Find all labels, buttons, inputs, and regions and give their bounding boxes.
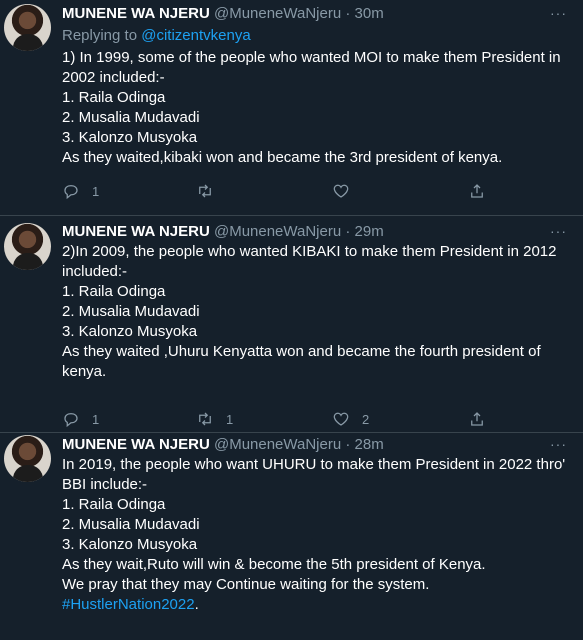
tweet-3[interactable]: MUNENE WA NJERU @MuneneWaNjeru · 28m ···… [0,433,583,640]
hashtag-suffix: . [194,596,199,613]
like-count: 2 [362,411,370,427]
share-icon [471,412,483,426]
tweet-header: MUNENE WA NJERU @MuneneWaNjeru · 29m ··· [62,223,567,243]
tweet-line: included:- [62,263,128,280]
heart-icon [333,184,349,198]
tweet-line: 1. Raila Odinga [62,283,166,300]
more-options-icon[interactable]: ··· [550,5,567,21]
tweet-line: 2. Musalia Mudavadi [62,516,200,533]
tweet-2[interactable]: MUNENE WA NJERU @MuneneWaNjeru · 29m ···… [0,216,583,433]
hashtag-link[interactable]: #HustlerNation2022 [62,596,195,613]
tweet-header: MUNENE WA NJERU @MuneneWaNjeru · 28m ··· [62,436,567,456]
tweet-line: 3. Kalonzo Musyoka [62,129,198,146]
like-button[interactable]: 2 [332,410,369,428]
reply-count: 1 [92,183,100,199]
reply-button[interactable]: 1 [62,182,99,200]
tweet-line: 2. Musalia Mudavadi [62,303,200,320]
avatar[interactable] [4,4,51,51]
tweet-line: 1. Raila Odinga [62,496,166,513]
tweet-line: 2002 included:- [62,69,165,86]
author-name[interactable]: MUNENE WA NJERU [62,5,210,22]
tweet-line: In 2019, the people who want UHURU to ma… [62,456,566,473]
tweet-1[interactable]: MUNENE WA NJERU @MuneneWaNjeru · 30m ···… [0,0,583,216]
author-name[interactable]: MUNENE WA NJERU [62,223,210,240]
like-button[interactable] [332,182,362,200]
timestamp[interactable]: 30m [355,5,384,22]
tweet-text: In 2019, the people who want UHURU to ma… [62,455,573,615]
reply-icon [64,185,78,200]
replying-to: Replying to @citizentvkenya [62,27,251,44]
tweet-line: 2. Musalia Mudavadi [62,109,200,126]
tweet-actions: 1 [62,182,492,202]
share-icon [471,184,483,198]
more-options-icon[interactable]: ··· [550,223,567,239]
heart-icon [333,412,349,426]
timestamp[interactable]: 28m [355,436,384,453]
retweet-count: 1 [226,411,234,427]
retweet-icon [199,412,211,426]
reply-button[interactable]: 1 [62,410,99,428]
tweet-line: We pray that they may Continue waiting f… [62,576,430,593]
separator: · [345,223,351,240]
share-button[interactable] [468,182,486,200]
tweet-line: 1) In 1999, some of the people who wante… [62,49,561,66]
share-button[interactable] [468,410,486,428]
tweet-line: 3. Kalonzo Musyoka [62,536,198,553]
author-handle[interactable]: @MuneneWaNjeru [214,436,341,453]
author-handle[interactable]: @MuneneWaNjeru [214,223,341,240]
reply-count: 1 [92,411,100,427]
timestamp[interactable]: 29m [355,223,384,240]
tweet-text: 2)In 2009, the people who wanted KIBAKI … [62,242,573,382]
tweet-line: BBI include:- [62,476,148,493]
replying-to-link[interactable]: @citizentvkenya [141,27,250,44]
tweet-line: 3. Kalonzo Musyoka [62,323,198,340]
avatar[interactable] [4,435,51,482]
author-name[interactable]: MUNENE WA NJERU [62,436,210,453]
tweet-text: 1) In 1999, some of the people who wante… [62,48,573,168]
avatar[interactable] [4,223,51,270]
tweet-line: As they waited ,Uhuru Kenyatta won and b… [62,343,541,360]
tweet-line: 1. Raila Odinga [62,89,166,106]
tweet-actions: 1 1 2 [62,410,492,430]
tweet-line: #HustlerNation2022. [62,595,573,615]
retweet-button[interactable]: 1 [196,410,233,428]
more-options-icon[interactable]: ··· [550,436,567,452]
tweet-header: MUNENE WA NJERU @MuneneWaNjeru · 30m ··· [62,5,567,25]
retweet-icon [199,184,211,198]
tweet-line: As they waited,kibaki won and became the… [62,149,503,166]
tweet-line: As they wait,Ruto will win & become the … [62,556,486,573]
tweet-line: 2)In 2009, the people who wanted KIBAKI … [62,243,557,260]
author-handle[interactable]: @MuneneWaNjeru [214,5,341,22]
tweet-line: kenya. [62,363,107,380]
reply-icon [64,413,78,428]
replying-to-label: Replying to [62,27,138,44]
separator: · [345,436,351,453]
retweet-button[interactable] [196,182,226,200]
separator: · [345,5,351,22]
